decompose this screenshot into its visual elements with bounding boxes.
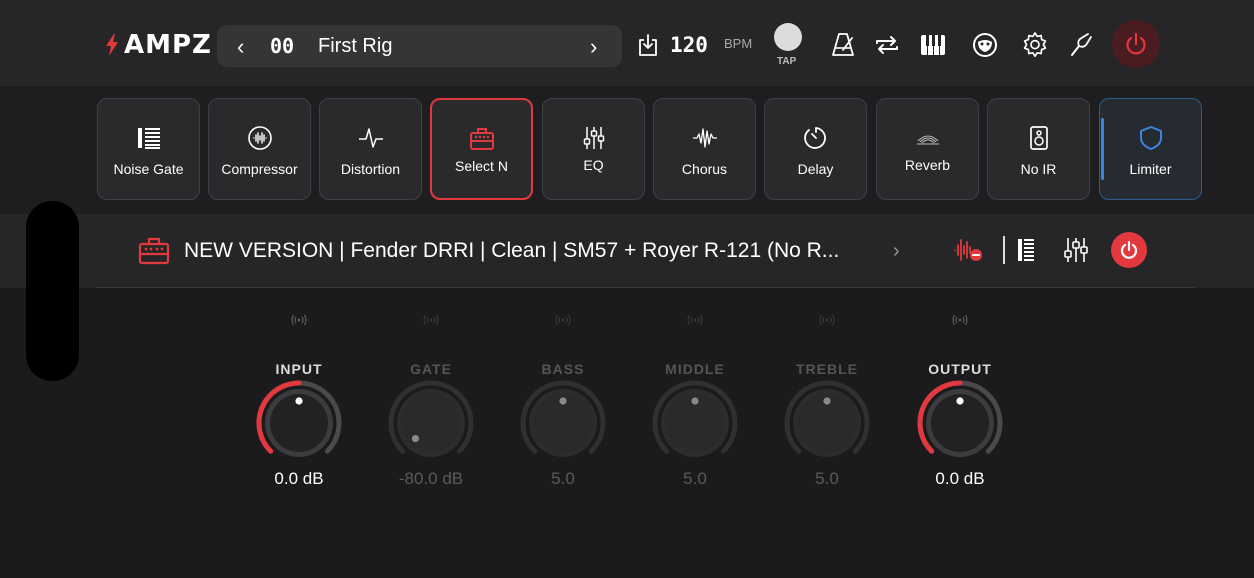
waveform-remove-icon[interactable] (952, 234, 984, 266)
prev-rig-button[interactable]: ‹ (237, 34, 244, 60)
piano-icon[interactable] (918, 30, 948, 60)
settings-icon[interactable] (1020, 30, 1050, 60)
fx-reverb[interactable]: Reverb (876, 98, 979, 200)
shield-icon (1139, 126, 1162, 150)
fx-ir[interactable]: No IR (987, 98, 1090, 200)
knob-value: 0.0 dB (274, 469, 324, 488)
knob-label: OUTPUT (928, 361, 992, 377)
reverb-icon (916, 135, 939, 145)
fx-chorus[interactable]: Chorus (653, 98, 756, 200)
bpm-value[interactable]: 120 (670, 33, 708, 57)
noise-gate-icon (137, 128, 160, 149)
knob-value: 0.0 dB (935, 469, 985, 488)
fx-noise-gate[interactable]: Noise Gate (97, 98, 200, 200)
midi-link-icon[interactable] (818, 313, 836, 327)
bolt-icon (106, 34, 118, 56)
backing-track-icon[interactable] (970, 30, 1000, 60)
knob-value: -80.0 dB (398, 469, 464, 488)
fx-amp-selected[interactable]: Select N (430, 98, 533, 200)
knob-output[interactable]: OUTPUT 0.0 dB (905, 305, 1015, 495)
noise-gate-icon[interactable] (1012, 234, 1044, 266)
power-icon (1120, 240, 1138, 259)
midi-link-icon[interactable] (686, 313, 704, 327)
knob-label: GATE (410, 361, 452, 377)
tap-tempo-button[interactable] (774, 23, 802, 51)
fx-limiter[interactable]: Limiter (1099, 98, 1202, 200)
fx-label: Compressor (221, 161, 298, 177)
chorus-icon (692, 128, 717, 148)
knob-dial[interactable] (781, 377, 873, 469)
tap-label: TAP (777, 56, 797, 67)
speaker-icon (1029, 126, 1048, 150)
knob-treble[interactable]: TREBLE 5.0 (772, 305, 882, 495)
fx-label: No IR (1020, 161, 1057, 177)
fx-label: EQ (583, 157, 604, 173)
eq-icon[interactable] (1060, 234, 1092, 266)
rig-selector[interactable]: ‹ 00 First Rig › (217, 25, 622, 67)
knob-value: 5.0 (815, 469, 839, 488)
bpm-unit: BPM (724, 36, 753, 51)
fx-label: Select N (455, 158, 508, 174)
fx-label: Delay (797, 161, 834, 177)
knob-value: 5.0 (551, 469, 575, 488)
knob-label: MIDDLE (665, 361, 725, 377)
app-logo: AMPZ (104, 30, 212, 60)
knob-dial[interactable] (253, 377, 345, 469)
knob-dial[interactable] (517, 377, 609, 469)
midi-link-icon[interactable] (554, 313, 572, 327)
fx-label: Reverb (904, 157, 951, 173)
rig-name: First Rig (318, 35, 393, 57)
fx-delay[interactable]: Delay (764, 98, 867, 200)
divider (95, 287, 1195, 288)
fx-label: Noise Gate (113, 161, 184, 177)
next-rig-button[interactable]: › (590, 34, 597, 60)
master-power-button[interactable] (1112, 20, 1160, 68)
preset-title[interactable]: NEW VERSION | Fender DRRI | Clean | SM57… (184, 239, 839, 263)
distortion-icon (358, 128, 383, 148)
metronome-icon[interactable] (828, 30, 858, 60)
knob-dial[interactable] (649, 377, 741, 469)
device-notch (26, 201, 79, 381)
fx-compressor[interactable]: Compressor (208, 98, 311, 200)
knob-label: BASS (541, 361, 585, 377)
loop-icon[interactable] (872, 30, 902, 60)
preset-chevron[interactable]: › (893, 240, 900, 263)
knob-bass[interactable]: BASS 5.0 (508, 305, 618, 495)
limiter-active-indicator (1101, 118, 1104, 180)
app-window: AMPZ ‹ 00 First Rig › 120 BPM TAP Noise … (0, 0, 1254, 578)
midi-link-icon[interactable] (422, 313, 440, 327)
knob-dial[interactable] (914, 377, 1006, 469)
knob-value: 5.0 (683, 469, 707, 488)
midi-link-icon[interactable] (951, 313, 969, 327)
knob-middle[interactable]: MIDDLE 5.0 (640, 305, 750, 495)
preset-power-button[interactable] (1111, 232, 1147, 268)
amp-icon (138, 237, 170, 265)
fx-label: Limiter (1129, 161, 1172, 177)
fx-label: Distortion (340, 161, 401, 177)
amp-icon (469, 128, 494, 150)
rig-number: 00 (270, 34, 295, 58)
tuner-icon[interactable] (1066, 30, 1096, 60)
logo-text: AMPZ (124, 30, 212, 60)
fx-label: Chorus (681, 161, 728, 177)
compressor-icon (247, 126, 272, 150)
fx-eq[interactable]: EQ (542, 98, 645, 200)
fx-distortion[interactable]: Distortion (319, 98, 422, 200)
knob-label: TREBLE (796, 361, 858, 377)
knob-dial[interactable] (385, 377, 477, 469)
delay-icon (803, 127, 826, 149)
power-icon (1126, 32, 1146, 55)
save-icon[interactable] (637, 33, 659, 57)
midi-link-icon[interactable] (290, 313, 308, 327)
knob-input[interactable]: INPUT 0.0 dB (244, 305, 354, 495)
knob-label: INPUT (275, 361, 323, 377)
eq-icon (583, 127, 604, 149)
knob-gate[interactable]: GATE -80.0 dB (376, 305, 486, 495)
separator (1003, 236, 1005, 264)
